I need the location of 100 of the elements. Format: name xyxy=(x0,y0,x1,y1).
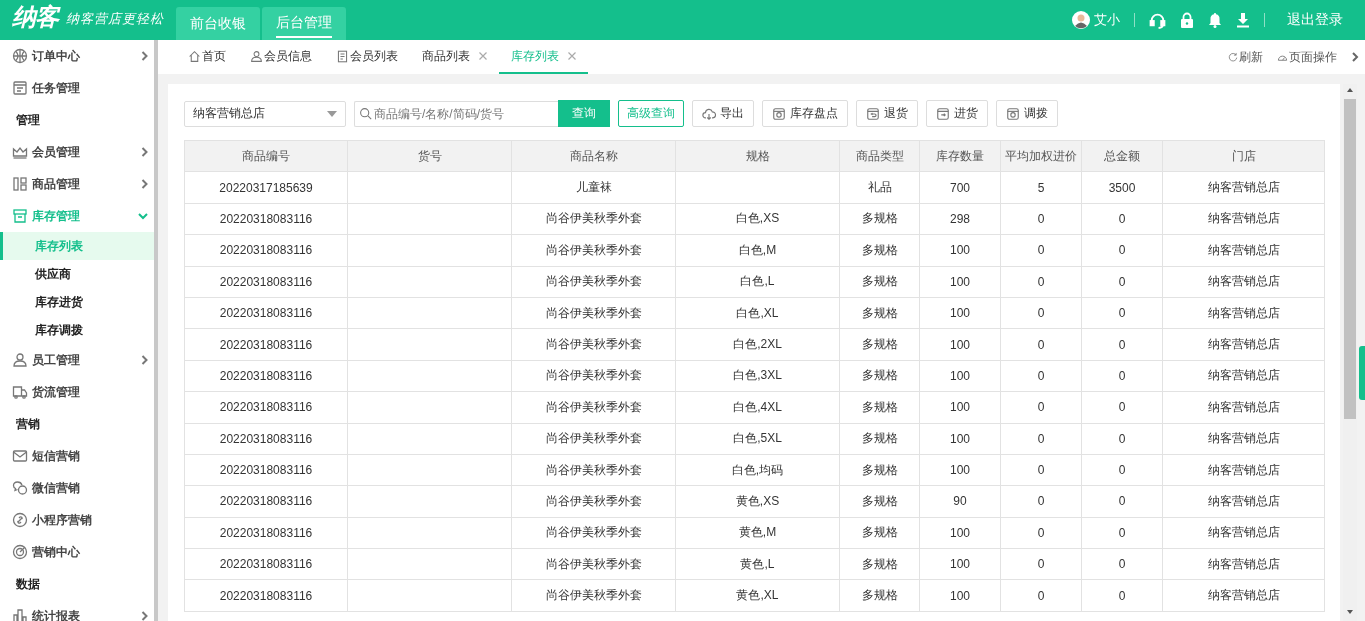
table-cell: 100 xyxy=(950,557,970,572)
nav-subitem[interactable]: 库存进货 xyxy=(0,288,154,316)
form-icon xyxy=(12,80,28,96)
toolbar-button[interactable]: 导出 xyxy=(692,100,754,127)
headset-icon[interactable] xyxy=(1149,11,1166,29)
nav-item[interactable]: 商品管理 xyxy=(0,168,154,200)
table-cell: 尚谷伊美秋季外套 xyxy=(545,431,642,446)
close-icon[interactable] xyxy=(479,52,487,60)
table-cell: 100 xyxy=(950,337,970,352)
table-cell: 0 xyxy=(1037,400,1045,415)
table-cell: 0 xyxy=(1037,211,1045,226)
table-cell: 白色,均码 xyxy=(731,462,784,477)
table-cell: 20220318083116 xyxy=(219,211,313,226)
table-cell: 3500 xyxy=(1108,180,1136,195)
table-cell: 0 xyxy=(1118,274,1126,289)
page-tab[interactable]: 商品列表 xyxy=(410,40,499,74)
page-tab[interactable]: 首页 xyxy=(176,40,238,74)
slogan: 纳客营店更轻松 xyxy=(66,10,164,28)
nav-section-heading: 营销 xyxy=(15,415,41,433)
column-header: 商品类型 xyxy=(839,140,920,172)
nav-item[interactable]: 货流管理 xyxy=(0,376,154,408)
table-cell: 白色,3XL xyxy=(733,368,782,383)
nav-item[interactable]: 订单中心 xyxy=(0,40,154,72)
toolbar-button[interactable]: 库存盘点 xyxy=(762,100,848,127)
table-cell: 0 xyxy=(1118,306,1126,321)
toolbar-button[interactable]: 退货 xyxy=(856,100,918,127)
enter-icon xyxy=(936,106,950,121)
table-cell: 20220318083116 xyxy=(219,588,313,603)
column-header: 货号 xyxy=(347,140,512,172)
home-icon xyxy=(188,49,201,63)
nav-item[interactable]: 小程序营销 xyxy=(0,504,154,536)
globe-icon xyxy=(12,48,28,64)
table-cell: 0 xyxy=(1118,243,1126,258)
table-cell: 黄色,XS xyxy=(735,494,780,508)
nav-subitem[interactable]: 库存调拨 xyxy=(0,316,154,344)
page-tab[interactable]: 会员列表 xyxy=(324,40,410,74)
table-cell: 100 xyxy=(950,306,970,321)
table-cell: 纳客营销总店 xyxy=(1207,588,1280,603)
nav-subitem[interactable]: 供应商 xyxy=(0,260,154,288)
table-cell: 白色,XL xyxy=(736,305,779,320)
table-cell: 尚谷伊美秋季外套 xyxy=(545,337,642,352)
side-handle[interactable] xyxy=(1359,346,1365,400)
nav-section-heading: 管理 xyxy=(15,111,41,129)
table-cell: 298 xyxy=(950,211,970,226)
lock-icon[interactable] xyxy=(1180,12,1194,28)
toolbar-button[interactable]: 调拨 xyxy=(996,100,1058,127)
table-cell: 100 xyxy=(950,400,970,415)
nav-item[interactable]: 微信营销 xyxy=(0,472,154,504)
toolbar-button[interactable]: 进货 xyxy=(926,100,988,127)
table-cell: 0 xyxy=(1037,557,1045,572)
search-icon xyxy=(359,107,372,120)
table-cell: 纳客营销总店 xyxy=(1207,525,1280,540)
caret-icon xyxy=(327,110,337,117)
table-cell: 100 xyxy=(950,243,970,258)
chevron-right-icon xyxy=(141,355,148,365)
cloud-icon xyxy=(702,106,716,121)
table-cell: 尚谷伊美秋季外套 xyxy=(545,556,642,571)
table-cell: 多规格 xyxy=(861,337,898,352)
avatar-icon xyxy=(1072,11,1090,29)
table-cell: 多规格 xyxy=(861,556,898,571)
store-select[interactable]: 纳客营销总店 xyxy=(184,100,346,127)
table-cell: 20220318083116 xyxy=(219,525,313,540)
chevron-right-icon xyxy=(141,51,148,61)
table-cell: 20220318083116 xyxy=(219,337,313,352)
scroll-down-icon[interactable] xyxy=(1346,609,1354,615)
table-cell: 20220318083116 xyxy=(219,368,313,383)
column-header: 总金额 xyxy=(1081,140,1163,172)
box-icon xyxy=(1006,106,1020,121)
table-cell: 黄色,M xyxy=(738,525,777,540)
table-cell: 多规格 xyxy=(861,242,898,257)
table-cell: 90 xyxy=(953,494,967,509)
table-cell: 多规格 xyxy=(861,211,898,226)
column-header: 商品编号 xyxy=(184,140,348,172)
table-cell: 多规格 xyxy=(861,305,898,320)
chevron-right-icon[interactable] xyxy=(1351,51,1359,63)
table-cell: 700 xyxy=(950,180,970,195)
table-cell: 纳客营销总店 xyxy=(1207,337,1280,352)
table-cell: 多规格 xyxy=(861,399,898,414)
nav-item[interactable]: 短信营销 xyxy=(0,440,154,472)
page-tab[interactable]: 会员信息 xyxy=(238,40,324,74)
table-cell: 纳客营销总店 xyxy=(1207,274,1280,289)
nav-item[interactable]: 会员管理 xyxy=(0,136,154,168)
bell-icon[interactable] xyxy=(1208,12,1222,28)
refresh-link[interactable]: 刷新 xyxy=(1228,48,1263,66)
table-cell: 0 xyxy=(1118,463,1126,478)
table-cell: 0 xyxy=(1118,368,1126,383)
scroll-up-icon[interactable] xyxy=(1346,87,1354,93)
search-field[interactable]: 商品编号/名称/简码/货号 xyxy=(354,100,558,127)
close-icon[interactable] xyxy=(568,52,576,60)
table-cell: 0 xyxy=(1037,243,1045,258)
download-icon[interactable] xyxy=(1236,12,1250,28)
nav-item[interactable]: 营销中心 xyxy=(0,536,154,568)
nav-section-heading: 数据 xyxy=(15,575,41,593)
page-actions-link[interactable]: 页面操作 xyxy=(1277,48,1337,66)
table-cell: 0 xyxy=(1037,494,1045,509)
nav-item[interactable]: 任务管理 xyxy=(0,72,154,104)
table-cell: 100 xyxy=(950,463,970,478)
table-cell: 100 xyxy=(950,368,970,383)
nav-item[interactable]: 员工管理 xyxy=(0,344,154,376)
nav-item[interactable]: 统计报表 xyxy=(0,600,154,621)
